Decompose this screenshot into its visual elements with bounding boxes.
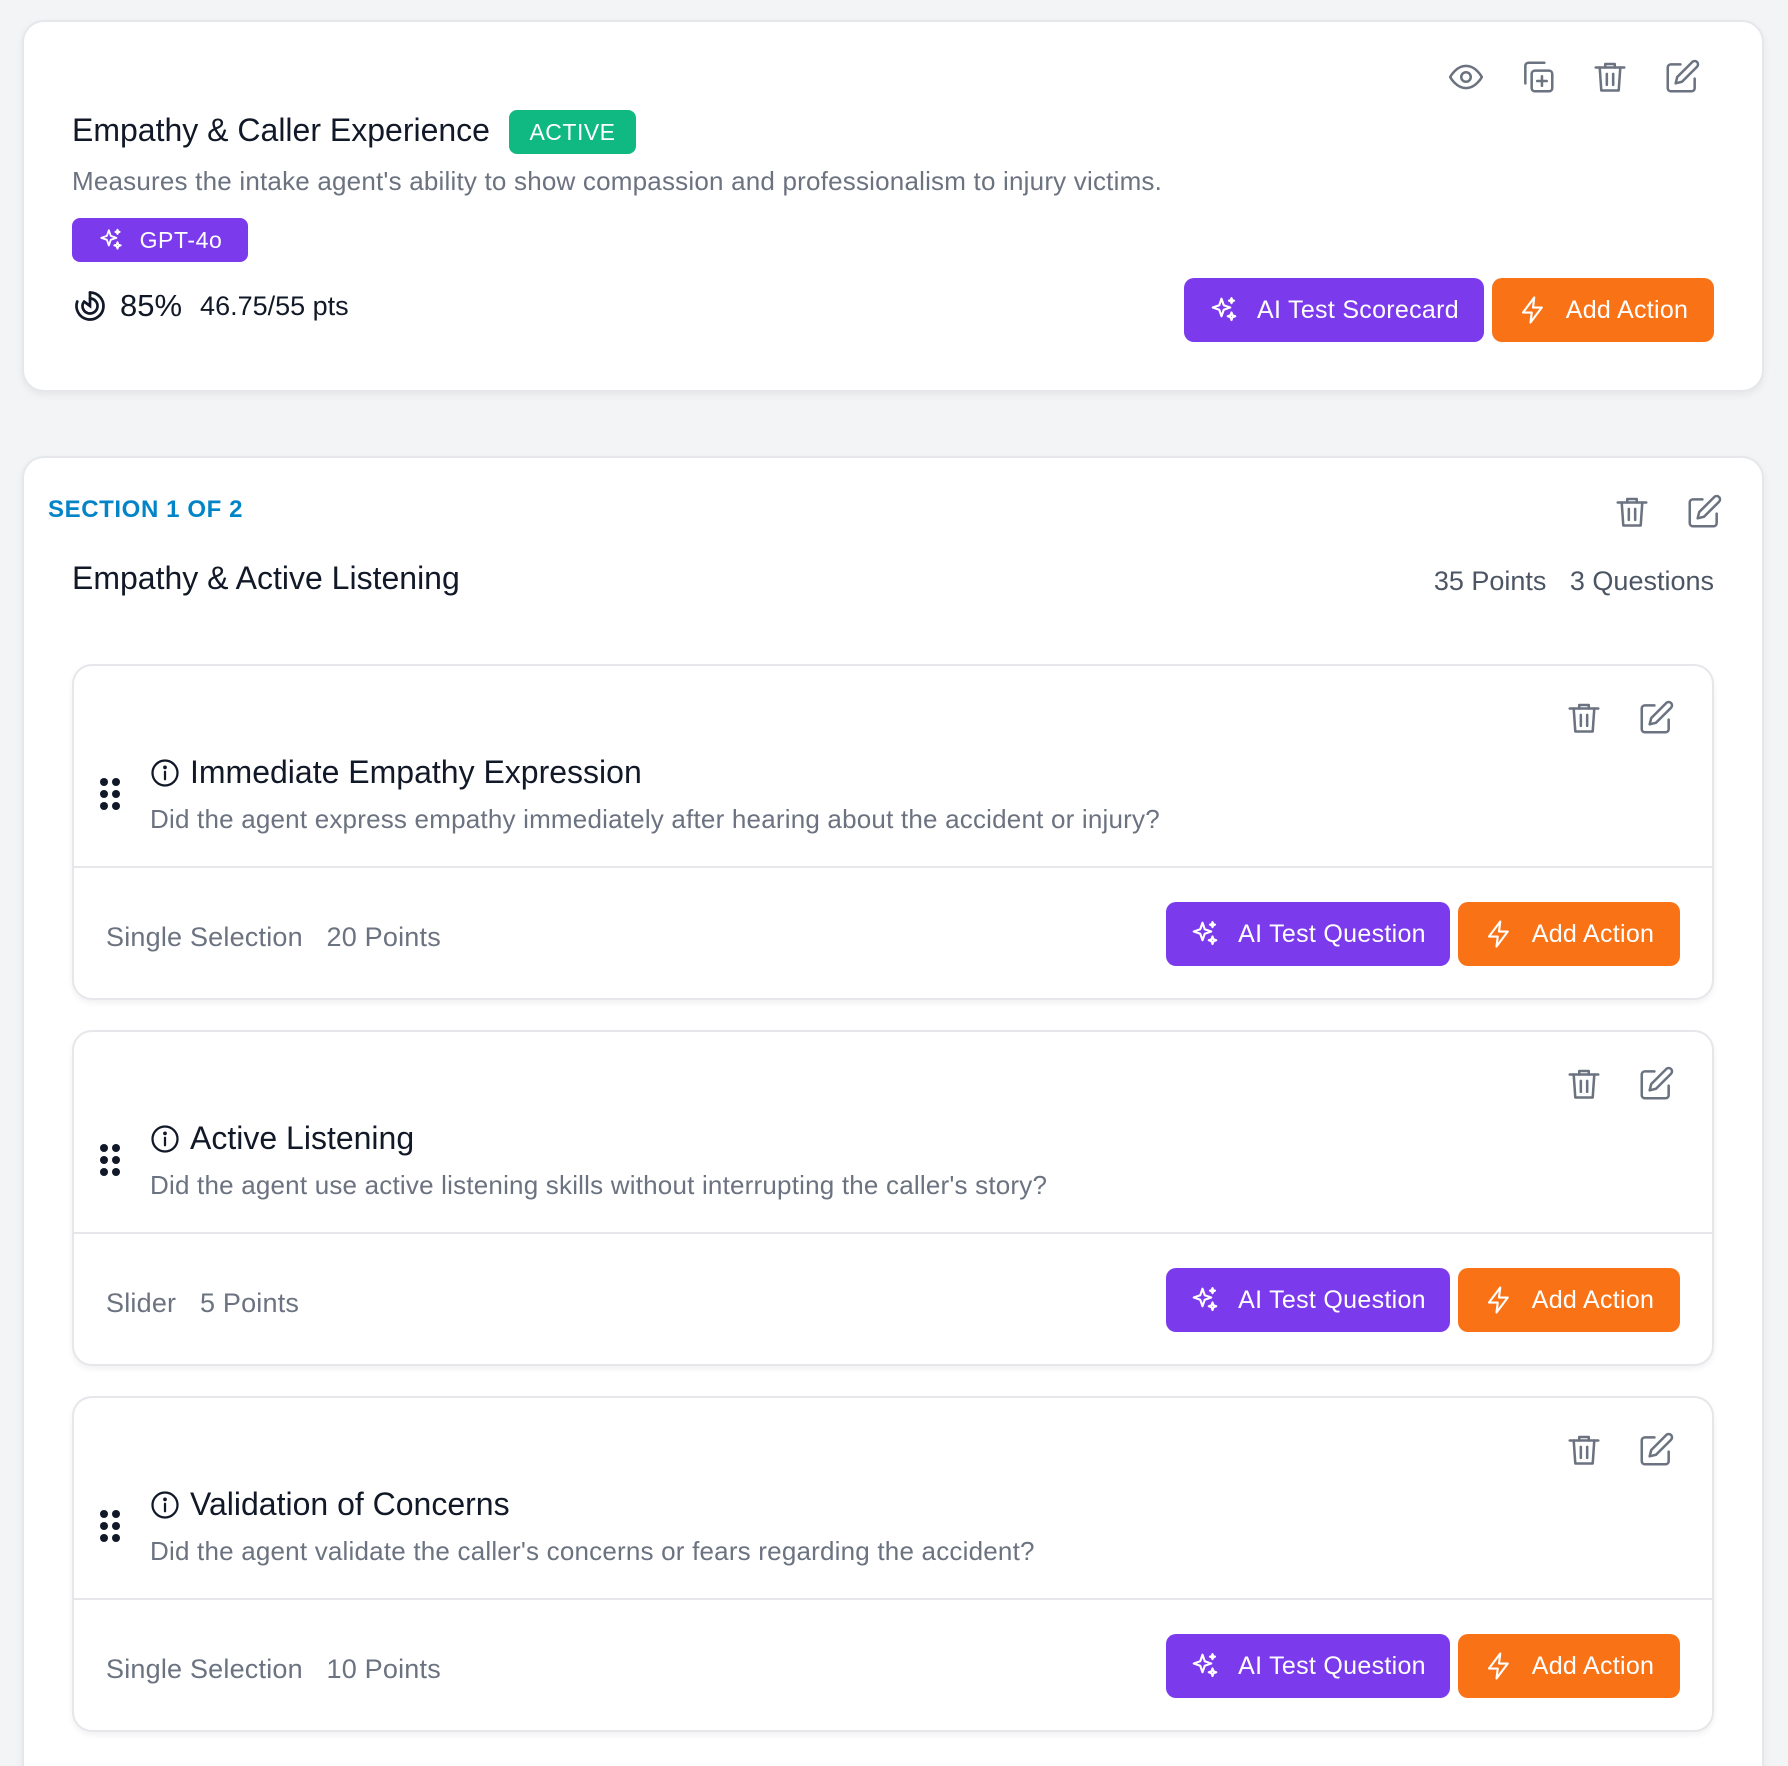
question-description: Did the agent use active listening skill… [150,1170,1048,1200]
add-action-label: Add Action [1531,1285,1655,1314]
score-percent: 85% [120,288,183,323]
divider [74,1598,1712,1600]
model-badge: GPT-4o [72,218,248,262]
drag-handle-icon[interactable] [98,1508,122,1544]
trash-icon [1568,1069,1600,1099]
ai-test-question-button[interactable]: AI Test Question [1166,1268,1450,1332]
question-card: Immediate Empathy Expression Did the age… [72,664,1714,1000]
bolt-icon [1521,296,1543,324]
divider [74,1232,1712,1234]
score-summary: 85% 46.75/55 pts [72,288,349,324]
scorecard-title: Empathy & Caller Experience [72,112,490,148]
model-label: GPT-4o [139,226,223,253]
drag-handle-icon[interactable] [98,1142,122,1178]
ai-test-question-button[interactable]: AI Test Question [1166,1634,1450,1698]
sparkles-icon [1211,297,1237,322]
edit-icon [1640,700,1674,734]
delete-scorecard-button[interactable] [1588,55,1632,99]
question-description: Did the agent validate the caller's conc… [150,1536,1035,1566]
add-action-question-button[interactable]: Add Action [1458,902,1680,966]
edit-icon [1666,59,1700,93]
sparkles-icon [1192,1287,1218,1312]
question-type: Slider [106,1288,177,1318]
add-action-label: Add Action [1531,1651,1655,1680]
question-title: Validation of Concerns [190,1486,510,1522]
trash-icon [1568,703,1600,733]
edit-scorecard-button[interactable] [1660,55,1704,99]
sparkles-icon [1192,1653,1218,1678]
ai-test-question-label: AI Test Question [1238,1285,1426,1314]
delete-question-button[interactable] [1562,1062,1606,1106]
section-question-count: 3 Questions [1569,566,1714,596]
edit-question-button[interactable] [1634,1428,1678,1472]
bolt-icon [1487,1652,1509,1680]
add-action-question-button[interactable]: Add Action [1458,1634,1680,1698]
delete-section-button[interactable] [1610,490,1654,534]
delete-question-button[interactable] [1562,1428,1606,1472]
edit-icon [1688,494,1722,528]
ai-test-question-button[interactable]: AI Test Question [1166,902,1450,966]
ai-test-scorecard-label: AI Test Scorecard [1257,295,1459,324]
bolt-icon [1487,1286,1509,1314]
question-title-row: Immediate Empathy Expression [150,754,642,791]
score-points: 46.75/55 pts [200,290,349,321]
info-icon [151,758,179,787]
trash-icon [1616,497,1648,527]
add-action-label: Add Action [1565,295,1689,324]
question-type: Single Selection [106,922,303,952]
question-title-row: Validation of Concerns [150,1486,510,1523]
ai-test-scorecard-button[interactable]: AI Test Scorecard [1184,278,1484,342]
question-title-row: Active Listening [150,1120,414,1157]
edit-icon [1640,1432,1674,1466]
sparkles-icon [99,228,122,250]
question-meta: Single Selection 20 Points [106,922,441,953]
info-icon [151,1124,179,1153]
section-label: SECTION 1 OF 2 [48,496,244,523]
bolt-icon [1487,920,1509,948]
status-badge: ACTIVE [509,110,636,154]
question-card: Validation of Concerns Did the agent val… [72,1396,1714,1732]
edit-question-button[interactable] [1634,696,1678,740]
section-points: 35 Points [1433,566,1547,596]
duplicate-icon [1524,61,1554,93]
delete-question-button[interactable] [1562,696,1606,740]
question-description: Did the agent express empathy immediatel… [150,804,1160,834]
drag-handle-icon[interactable] [98,776,122,812]
ai-test-question-label: AI Test Question [1238,1651,1426,1680]
trash-icon [1568,1435,1600,1465]
view-button[interactable] [1444,55,1488,99]
info-icon [151,1490,179,1519]
question-meta: Slider 5 Points [106,1288,299,1319]
add-action-question-button[interactable]: Add Action [1458,1268,1680,1332]
add-action-label: Add Action [1531,919,1655,948]
question-meta: Single Selection 10 Points [106,1654,441,1685]
section-title: Empathy & Active Listening [72,560,460,596]
edit-icon [1640,1066,1674,1100]
score-icon [75,291,105,321]
question-title: Immediate Empathy Expression [190,754,642,790]
question-title: Active Listening [190,1120,415,1156]
sparkles-icon [1192,921,1218,946]
question-points: 10 Points [326,1654,441,1684]
question-points: 5 Points [199,1288,300,1318]
question-points: 20 Points [326,922,441,952]
divider [74,866,1712,868]
scorecard-description: Measures the intake agent's ability to s… [72,166,1163,196]
ai-test-question-label: AI Test Question [1238,919,1426,948]
section-meta: 35 Points 3 Questions [1434,566,1714,597]
add-action-scorecard-button[interactable]: Add Action [1492,278,1714,342]
duplicate-button[interactable] [1516,55,1560,99]
scorecard-card: AI Test Scorecard Add Action [22,20,1764,392]
section-card: SECTION 1 OF 2 Empathy & Active Listenin… [22,456,1764,1766]
question-card: Active Listening Did the agent use activ… [72,1030,1714,1366]
question-type: Single Selection [106,1654,303,1684]
eye-icon [1448,64,1484,90]
trash-icon [1594,62,1626,92]
edit-question-button[interactable] [1634,1062,1678,1106]
edit-section-button[interactable] [1682,490,1726,534]
